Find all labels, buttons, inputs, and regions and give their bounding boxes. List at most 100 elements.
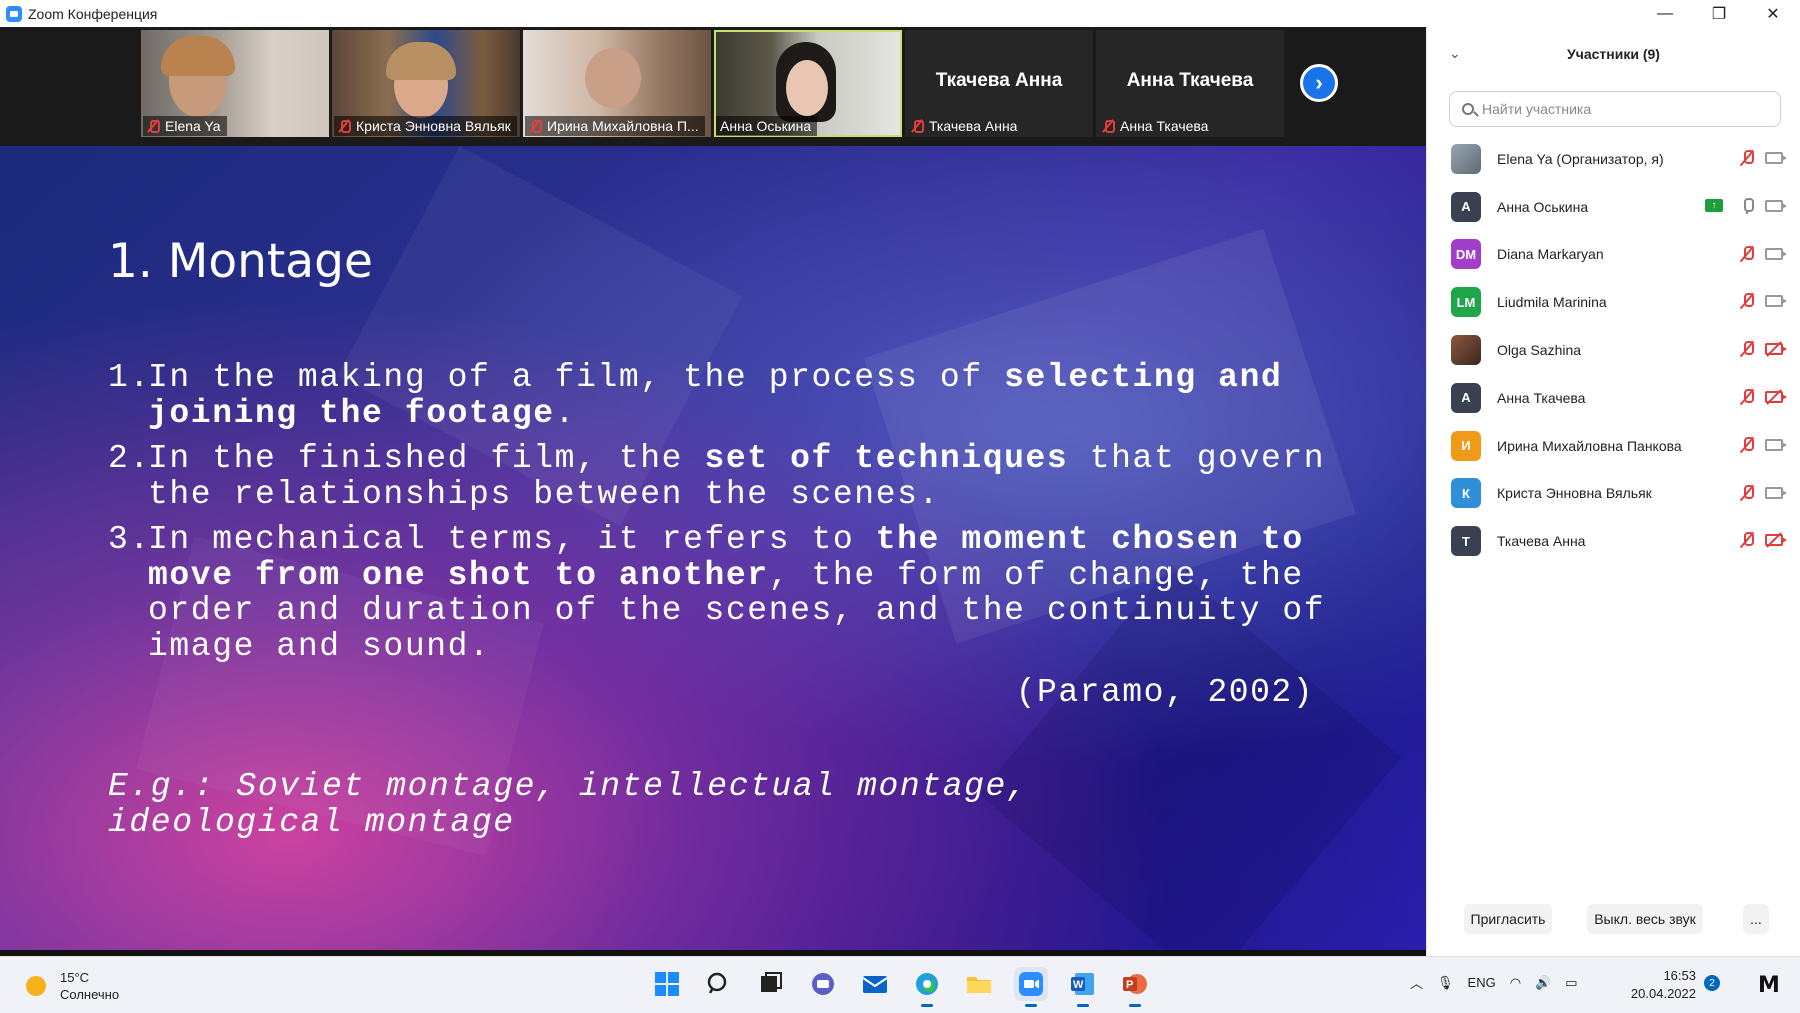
- taskbar-apps: W P: [650, 967, 1152, 1007]
- participant-list: Elena Ya (Организатор, я) А Анна Оськина…: [1427, 135, 1800, 565]
- edge-browser-icon[interactable]: [910, 967, 944, 1007]
- participant-row[interactable]: DM Diana Markaryan: [1427, 231, 1800, 279]
- tile-display-name: Анна Ткачева: [1126, 70, 1254, 91]
- video-camera-icon[interactable]: [1765, 152, 1787, 164]
- mic-muted-icon[interactable]: [1739, 292, 1755, 310]
- close-button[interactable]: ✕: [1746, 0, 1800, 27]
- avatar: К: [1451, 478, 1481, 509]
- weather-widget[interactable]: 15°C Солнечно: [26, 969, 119, 1003]
- word-icon[interactable]: W: [1066, 967, 1100, 1007]
- video-camera-icon[interactable]: [1765, 247, 1787, 260]
- windows-start-icon[interactable]: [650, 967, 684, 1001]
- participants-panel: ⌄ Участники (9) Найти участника Elena Ya…: [1426, 27, 1800, 956]
- mic-muted-icon[interactable]: [1739, 149, 1755, 167]
- zoom-app-icon: [6, 5, 22, 22]
- teams-chat-icon[interactable]: [806, 967, 840, 1001]
- avatar: Т: [1451, 526, 1481, 557]
- participant-search-input[interactable]: Найти участника: [1449, 91, 1781, 127]
- system-tray: ︿ 🎙 ENG ◠ 🔊 ▭: [1410, 973, 1578, 992]
- tray-app-logo[interactable]: M: [1758, 973, 1780, 998]
- list-item: 1. In the making of a film, the process …: [108, 359, 1283, 432]
- mic-muted-icon[interactable]: [1739, 245, 1755, 263]
- mic-muted-icon[interactable]: [1739, 388, 1755, 406]
- mic-muted-icon: [529, 119, 542, 133]
- video-tile-label: Криста Энновна Вяльяк: [334, 116, 517, 136]
- volume-icon[interactable]: 🔊: [1535, 975, 1551, 991]
- mic-muted-icon[interactable]: [1739, 484, 1755, 502]
- video-camera-icon[interactable]: [1765, 438, 1787, 451]
- video-tile-no-camera[interactable]: Анна Ткачева Анна Ткачева: [1096, 30, 1284, 137]
- minimize-button[interactable]: —: [1638, 0, 1692, 27]
- participant-row[interactable]: К Криста Энновна Вяльяк: [1427, 470, 1800, 518]
- mic-muted-icon: [338, 119, 351, 133]
- mic-icon[interactable]: [1739, 197, 1755, 215]
- video-tile[interactable]: Криста Энновна Вяльяк: [332, 30, 520, 137]
- slide-example: E.g.: Soviet montage, intellectual monta…: [108, 768, 1029, 841]
- participant-row[interactable]: Т Ткачева Анна: [1427, 517, 1800, 565]
- slide-citation: (Paramo, 2002): [1015, 674, 1314, 711]
- next-page-arrow-icon[interactable]: ›: [1300, 64, 1338, 102]
- video-tile-label: Ткачева Анна: [907, 116, 1023, 136]
- battery-icon[interactable]: ▭: [1565, 975, 1577, 991]
- zoom-taskbar-icon[interactable]: [1014, 967, 1048, 1007]
- notification-badge[interactable]: 2: [1704, 975, 1720, 991]
- video-camera-off-icon[interactable]: [1765, 390, 1787, 403]
- video-camera-icon[interactable]: [1765, 295, 1787, 308]
- participant-row[interactable]: Elena Ya (Организатор, я): [1427, 135, 1800, 183]
- participant-row[interactable]: И Ирина Михайловна Панкова: [1427, 422, 1800, 470]
- list-item: 3. In mechanical terms, it refers to the…: [108, 521, 1326, 665]
- video-tile-label: Ирина Михайловна П...: [525, 116, 705, 136]
- video-tile-active-speaker[interactable]: Анна Оськина: [714, 30, 902, 137]
- video-camera-off-icon[interactable]: [1765, 343, 1787, 356]
- video-camera-off-icon[interactable]: [1765, 534, 1787, 547]
- avatar: А: [1451, 382, 1481, 413]
- file-explorer-icon[interactable]: [962, 967, 996, 1001]
- video-camera-icon[interactable]: [1765, 486, 1787, 499]
- video-tile[interactable]: Ирина Михайловна П...: [523, 30, 711, 137]
- wifi-icon[interactable]: ◠: [1510, 975, 1521, 991]
- mute-all-button[interactable]: Выкл. весь звук: [1587, 904, 1703, 934]
- more-options-button[interactable]: ...: [1743, 904, 1769, 934]
- powerpoint-icon[interactable]: P: [1118, 967, 1152, 1007]
- slide-title: 1. Montage: [108, 234, 373, 289]
- video-tile[interactable]: Elena Ya: [141, 30, 329, 137]
- participants-footer: Пригласить Выкл. весь звук ...: [1427, 904, 1800, 938]
- search-icon: [1462, 103, 1474, 115]
- slide-definitions-list: 1. In the making of a film, the process …: [108, 360, 1338, 674]
- video-camera-icon[interactable]: [1765, 199, 1787, 212]
- clock[interactable]: 16:53 20.04.2022: [1624, 967, 1696, 1003]
- shared-screen-slide: 1. Montage 1. In the making of a film, t…: [0, 146, 1426, 956]
- avatar: А: [1451, 191, 1481, 222]
- restore-button[interactable]: ❐: [1692, 0, 1746, 27]
- participant-row[interactable]: Olga Sazhina: [1427, 326, 1800, 374]
- window-titlebar: Zoom Конференция — ❐ ✕: [0, 0, 1800, 27]
- video-tile-label: Анна Ткачева: [1098, 116, 1214, 136]
- mic-muted-icon[interactable]: [1739, 436, 1755, 454]
- avatar: [1451, 143, 1481, 174]
- participants-title: Участники (9): [1567, 46, 1660, 62]
- window-title: Zoom Конференция: [28, 5, 158, 22]
- avatar: DM: [1451, 239, 1481, 270]
- mic-muted-icon[interactable]: [1739, 531, 1755, 549]
- chevron-down-icon[interactable]: ⌄: [1449, 45, 1461, 62]
- avatar: И: [1451, 430, 1481, 461]
- tile-display-name: Ткачева Анна: [935, 70, 1063, 91]
- sun-icon: [26, 976, 46, 996]
- svg-text:P: P: [1126, 979, 1133, 991]
- participant-row[interactable]: А Анна Оськина ↑: [1427, 183, 1800, 231]
- microphone-icon[interactable]: 🎙: [1437, 975, 1454, 991]
- mic-muted-icon[interactable]: [1739, 340, 1755, 358]
- video-strip: Elena Ya Криста Энновна Вяльяк Ирина Мих…: [0, 27, 1426, 146]
- task-view-icon[interactable]: [754, 967, 788, 1001]
- mic-muted-icon: [911, 119, 924, 133]
- windows-taskbar: 15°C Солнечно W P ︿ 🎙 ENG ◠ 🔊 ▭ 16:53 20…: [0, 956, 1800, 1013]
- search-icon[interactable]: [702, 967, 736, 1001]
- participant-row[interactable]: А Анна Ткачева: [1427, 374, 1800, 422]
- video-tile-no-camera[interactable]: Ткачева Анна Ткачева Анна: [905, 30, 1093, 137]
- mail-icon[interactable]: [858, 967, 892, 1001]
- invite-button[interactable]: Пригласить: [1464, 904, 1552, 934]
- chevron-up-icon[interactable]: ︿: [1410, 973, 1423, 992]
- mic-muted-icon: [1102, 119, 1115, 133]
- language-indicator[interactable]: ENG: [1468, 975, 1496, 990]
- participant-row[interactable]: LM Liudmila Marinina: [1427, 278, 1800, 326]
